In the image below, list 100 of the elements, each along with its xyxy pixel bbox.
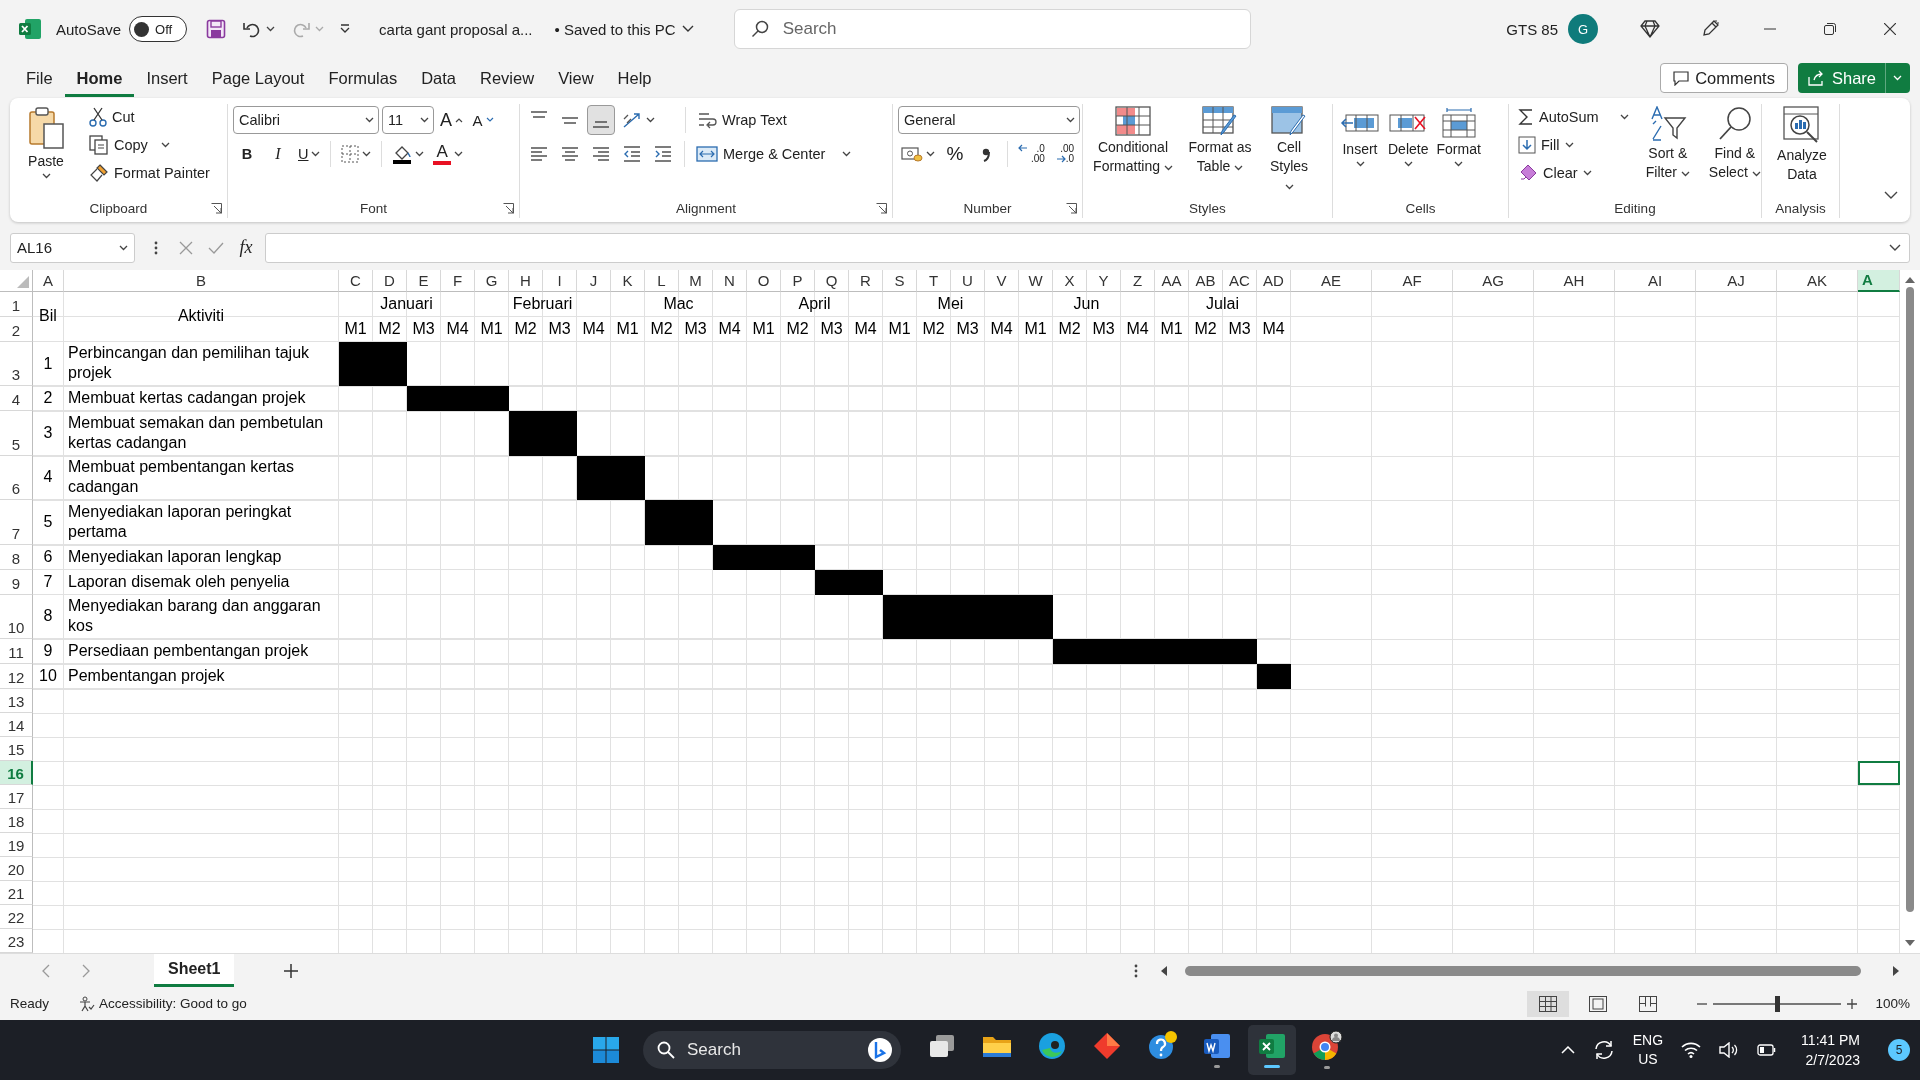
view-button[interactable] [1527, 991, 1570, 1017]
column-header[interactable]: AH [1534, 269, 1615, 292]
cancel-icon[interactable] [179, 240, 193, 255]
input-language[interactable]: ENG US [1632, 1031, 1664, 1069]
column-header[interactable]: AK [1777, 269, 1858, 292]
row-header[interactable]: 14 [0, 713, 33, 738]
insert-function-button[interactable]: fx [231, 237, 261, 259]
column-header[interactable]: Y [1087, 269, 1121, 292]
column-header[interactable]: C [339, 269, 373, 292]
font-size-dropdown[interactable]: 11 [382, 106, 434, 134]
row-header[interactable]: 19 [0, 833, 33, 858]
paste-button[interactable]: Paste [15, 104, 77, 181]
analyze-data-button[interactable]: Analyze Data [1767, 104, 1837, 186]
zoom-percent[interactable]: 100% [1875, 996, 1910, 1012]
row-header[interactable]: 12 [0, 664, 33, 690]
taskbar-app[interactable] [1248, 1025, 1296, 1075]
row-header[interactable]: 16 [0, 761, 33, 786]
dialog-launcher-icon[interactable] [1066, 202, 1077, 214]
column-header[interactable]: D [373, 269, 407, 292]
row-header[interactable]: 11 [0, 639, 33, 665]
cells-button[interactable]: Delete [1386, 104, 1431, 169]
search-input[interactable]: Search [780, 18, 1234, 40]
more-options-icon[interactable] [1134, 963, 1138, 978]
column-header[interactable]: P [781, 269, 815, 292]
check-icon[interactable] [208, 241, 224, 254]
row-header[interactable]: 7 [0, 500, 33, 545]
row-header[interactable]: 17 [0, 785, 33, 810]
speaker-icon[interactable] [1719, 1042, 1740, 1058]
copy-button[interactable]: Copy [85, 132, 214, 158]
column-header[interactable]: AD [1257, 269, 1291, 292]
style-button[interactable]: Conditional Formatting [1088, 104, 1178, 178]
column-header[interactable]: AC [1223, 269, 1257, 292]
style-button[interactable]: Format as Table [1182, 104, 1258, 178]
plus-icon[interactable] [283, 962, 300, 979]
column-header[interactable]: M [679, 269, 713, 292]
percent-style-button[interactable]: % [941, 139, 969, 169]
column-header[interactable]: AF [1372, 269, 1453, 292]
row-header[interactable]: 10 [0, 594, 33, 640]
next-sheet-icon[interactable] [82, 963, 90, 978]
column-header[interactable]: AE [1291, 269, 1372, 292]
autosum-button[interactable]: AutoSum [1514, 104, 1633, 130]
column-header[interactable]: N [713, 269, 747, 292]
row-header[interactable]: 8 [0, 544, 33, 570]
row-header[interactable]: 13 [0, 689, 33, 714]
increase-decimal-button[interactable]: .0 .00 [1015, 139, 1048, 169]
column-header[interactable]: W [1019, 269, 1053, 292]
column-header[interactable]: F [441, 269, 475, 292]
row-header[interactable]: 22 [0, 905, 33, 930]
cells-button[interactable]: Format [1434, 104, 1483, 169]
expand-icon[interactable] [1889, 243, 1901, 252]
wrap-text-button[interactable]: Wrap Text [693, 107, 791, 133]
decrease-font-size-button[interactable]: A [469, 105, 497, 135]
row-header[interactable]: 23 [0, 929, 33, 954]
formula-input[interactable] [265, 232, 1910, 263]
vertical-align-button[interactable] [587, 105, 615, 135]
style-button[interactable]: Cell Styles [1262, 104, 1316, 197]
ribbon-tab[interactable]: Formulas [316, 63, 410, 97]
collapse-ribbon-icon[interactable] [1884, 191, 1898, 200]
column-header[interactable]: H [509, 269, 543, 292]
slider-thumb[interactable] [1774, 996, 1780, 1012]
ribbon-tab[interactable]: Help [605, 63, 664, 97]
cut-button[interactable]: Cut [85, 104, 214, 130]
notification-badge[interactable]: 5 [1888, 1039, 1910, 1061]
column-header[interactable]: A [1858, 269, 1900, 292]
column-header[interactable]: Q [815, 269, 849, 292]
column-header[interactable]: K [611, 269, 645, 292]
column-header[interactable]: U [951, 269, 985, 292]
ribbon-tab[interactable]: View [546, 63, 606, 97]
column-header[interactable]: R [849, 269, 883, 292]
column-header[interactable]: AB [1189, 269, 1223, 292]
column-header[interactable]: J [577, 269, 611, 292]
wifi-icon[interactable] [1681, 1042, 1702, 1058]
horizontal-scrollbar[interactable] [1160, 965, 1900, 976]
column-header[interactable]: AI [1615, 269, 1696, 292]
font-name-dropdown[interactable]: Calibri [233, 106, 379, 134]
column-header[interactable]: I [543, 269, 577, 292]
column-header[interactable]: L [645, 269, 679, 292]
dialog-launcher-icon[interactable] [503, 202, 514, 214]
ribbon-tab[interactable]: Review [468, 63, 547, 97]
decrease-decimal-button[interactable]: .00 .0 [1050, 139, 1079, 169]
find-select-button[interactable]: Find & Select [1702, 104, 1767, 184]
ribbon-tab[interactable]: Page Layout [199, 63, 317, 97]
merge-center-button[interactable]: Merge & Center [692, 141, 856, 167]
chevron-down-icon[interactable] [681, 25, 694, 33]
row-header[interactable]: 20 [0, 857, 33, 882]
search-bar[interactable]: Search [733, 9, 1251, 49]
sheet-tab[interactable]: Sheet1 [154, 954, 235, 988]
column-header[interactable]: E [407, 269, 441, 292]
format-painter-button[interactable]: Format Painter [85, 160, 214, 186]
comments-button[interactable]: Comments [1660, 63, 1788, 93]
row-header[interactable]: 3 [0, 341, 33, 387]
italic-button[interactable]: I [264, 139, 292, 169]
fill-button[interactable]: Fill [1514, 132, 1633, 158]
column-header[interactable]: AG [1453, 269, 1534, 292]
row-header[interactable]: 5 [0, 411, 33, 456]
row-header[interactable]: 18 [0, 809, 33, 834]
row-header[interactable]: 15 [0, 737, 33, 762]
row-header[interactable]: 6 [0, 455, 33, 501]
dialog-launcher-icon[interactable] [876, 202, 887, 214]
name-box[interactable]: AL16 [10, 232, 135, 263]
